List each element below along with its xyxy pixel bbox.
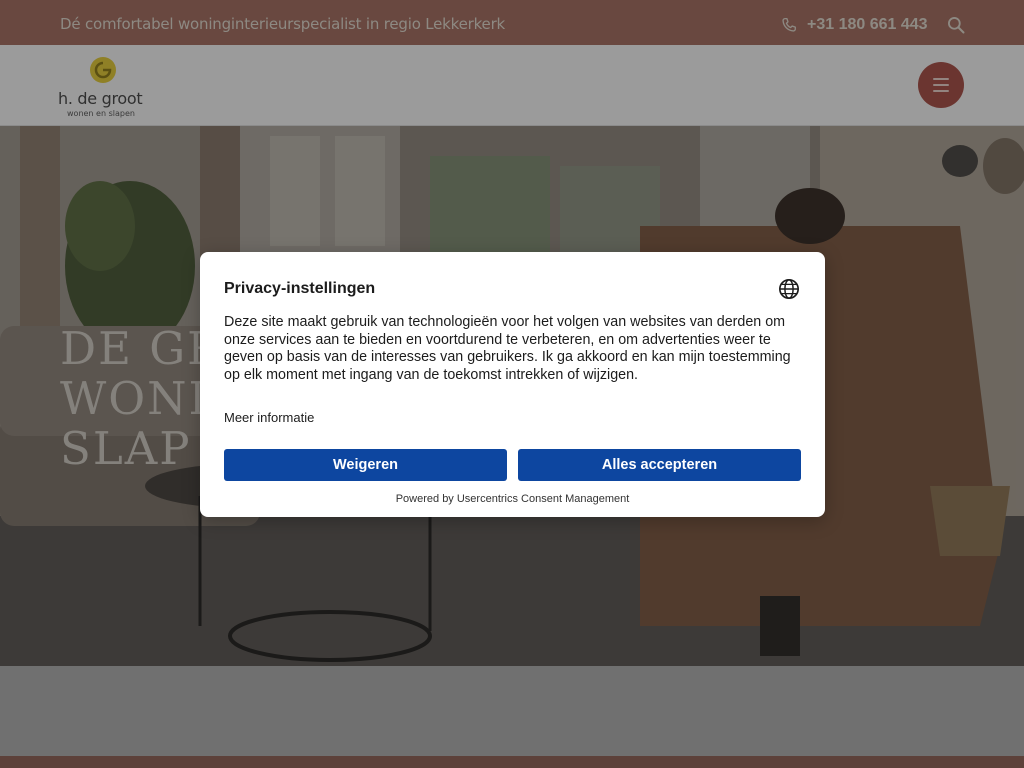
powered-by-link[interactable]: Powered by Usercentrics Consent Manageme… <box>200 493 825 505</box>
globe-icon[interactable] <box>778 278 800 300</box>
more-info-link[interactable]: Meer informatie <box>224 410 314 425</box>
consent-dialog: Privacy-instellingen Deze site maakt geb… <box>200 252 825 517</box>
consent-title: Privacy-instellingen <box>224 280 376 297</box>
consent-description: Deze site maakt gebruik van technologieë… <box>224 314 791 383</box>
deny-button[interactable]: Weigeren <box>224 449 507 481</box>
accept-all-button[interactable]: Alles accepteren <box>518 449 801 481</box>
